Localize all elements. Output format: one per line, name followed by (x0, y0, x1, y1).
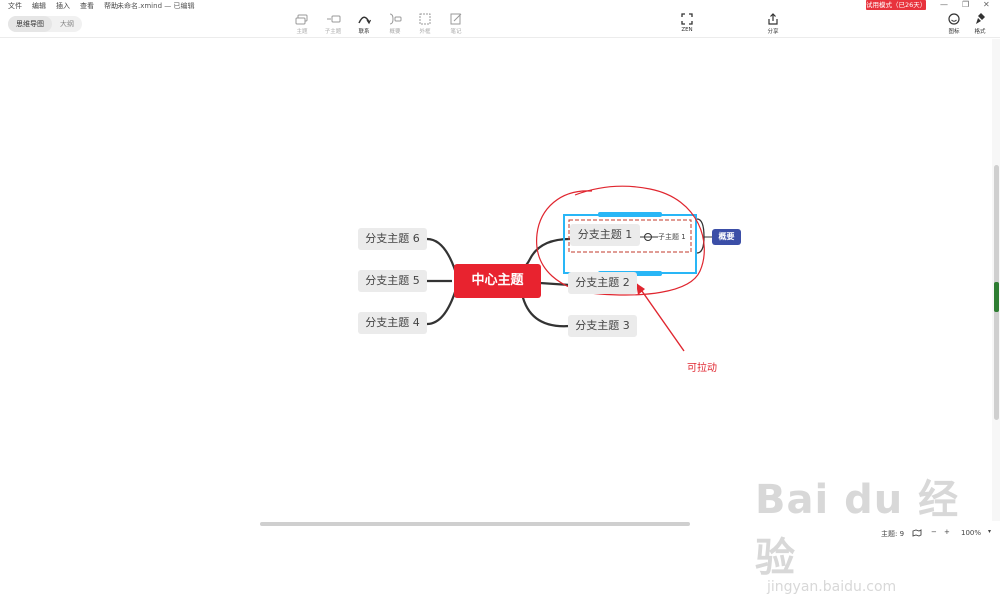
summary-topic[interactable]: 概要 (712, 229, 741, 245)
boundary-icon (419, 13, 431, 25)
summary-button[interactable]: 概要 (380, 12, 410, 35)
subtopic-1[interactable]: 子主题 1 (658, 232, 686, 242)
horizontal-scrollbar-thumb[interactable] (260, 522, 690, 526)
annotation-text: 可拉动 (687, 363, 717, 374)
minimize-button[interactable]: — (940, 0, 948, 9)
subtopic-button[interactable]: 子主题 (318, 12, 348, 35)
note-label: 笔记 (450, 29, 462, 35)
menu-help[interactable]: 帮助 (104, 1, 118, 11)
format-panel-button[interactable]: 格式 (965, 12, 995, 35)
summary-label: 概要 (389, 29, 401, 35)
chevron-down-icon[interactable]: ▾ (988, 528, 991, 535)
topic-button[interactable]: 主题 (287, 12, 317, 35)
smiley-icon (948, 13, 960, 25)
zen-label: ZEN (681, 27, 693, 33)
brush-icon (976, 13, 985, 24)
watermark-logo: Bai du 经验 (755, 477, 960, 581)
title-bar: 文件 编辑 插入 查看 帮助 未命名.xmind — 已编辑 试用模式（已26天… (0, 0, 1000, 11)
central-topic[interactable]: 中心主题 (454, 264, 541, 298)
topic-label: 主题 (296, 29, 308, 35)
watermark-url: jingyan.baidu.com (767, 579, 897, 595)
branch-topic-3[interactable]: 分支主题 3 (568, 315, 637, 337)
map-view-icon[interactable] (912, 529, 922, 537)
tab-outline[interactable]: 大纲 (52, 16, 82, 32)
boundary-button[interactable]: 外框 (410, 12, 440, 35)
view-toggle: 思维导图 大纲 (8, 16, 82, 32)
boundary-label: 外框 (419, 29, 431, 35)
note-icon (450, 13, 462, 25)
tab-mindmap[interactable]: 思维导图 (8, 16, 52, 32)
note-button[interactable]: 笔记 (441, 12, 471, 35)
subtopic-label: 子主题 (324, 29, 342, 35)
close-button[interactable]: ✕ (983, 0, 990, 9)
menu-insert[interactable]: 插入 (56, 1, 70, 11)
format-panel-label: 格式 (974, 29, 986, 35)
branch-topic-6[interactable]: 分支主题 6 (358, 228, 427, 250)
relationship-button[interactable]: 联系 (349, 12, 379, 35)
menu-edit[interactable]: 编辑 (32, 1, 46, 11)
zoom-out-button[interactable]: − (931, 528, 937, 536)
share-icon (768, 13, 778, 25)
mindmap-canvas[interactable]: 中心主题 分支主题 1 分支主题 2 分支主题 3 分支主题 6 分支主题 5 … (0, 39, 992, 595)
menu-bar: 文件 编辑 插入 查看 帮助 (8, 1, 118, 11)
zen-button[interactable]: ZEN (672, 12, 702, 33)
branch-topic-5[interactable]: 分支主题 5 (358, 270, 427, 292)
subtopic-icon (327, 15, 341, 23)
branch-topic-4[interactable]: 分支主题 4 (358, 312, 427, 334)
toolbar: 思维导图 大纲 主题 子主题 联系 概要 外框 笔记 ZEN 分享 图标 格式 (0, 11, 1000, 38)
fullscreen-icon (681, 13, 693, 25)
scroll-marker (994, 282, 999, 312)
zoom-level[interactable]: 100% (961, 529, 981, 537)
icon-panel-label: 图标 (948, 29, 960, 35)
status-bar: 主题: 9 − + 100% ▾ (0, 528, 1000, 538)
menu-file[interactable]: 文件 (8, 1, 22, 11)
menu-view[interactable]: 查看 (80, 1, 94, 11)
document-title: 未命名.xmind — 已编辑 (117, 2, 195, 10)
branch-topic-1[interactable]: 分支主题 1 (570, 224, 640, 246)
topic-icon (295, 14, 308, 25)
trial-badge[interactable]: 试用模式（已26天） (866, 0, 926, 10)
maximize-button[interactable]: ❐ (962, 0, 969, 9)
share-label: 分享 (767, 29, 779, 35)
summary-icon (389, 13, 402, 25)
relationship-icon (358, 16, 372, 25)
zoom-in-button[interactable]: + (944, 528, 950, 536)
share-button[interactable]: 分享 (758, 12, 788, 35)
relationship-label: 联系 (358, 29, 370, 35)
branch-topic-2[interactable]: 分支主题 2 (568, 272, 637, 294)
resize-handle-top[interactable] (598, 212, 662, 217)
